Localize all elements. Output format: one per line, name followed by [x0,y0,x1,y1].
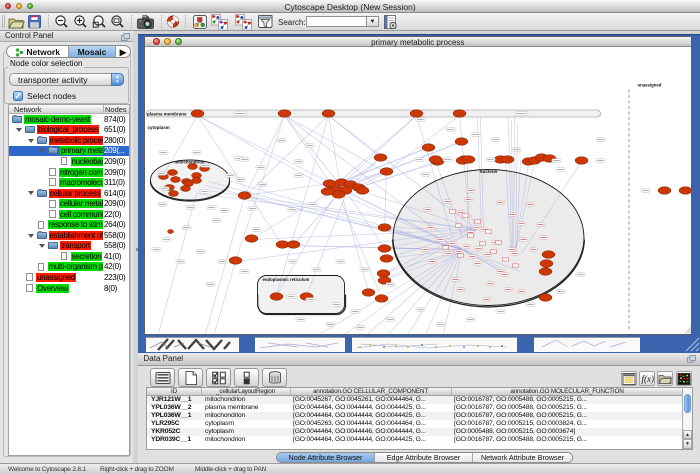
svg-text:cytoplasm: cytoplasm [147,125,169,130]
svg-text:plasma membrane: plasma membrane [147,112,187,117]
svg-text:f(x): f(x) [642,374,654,384]
svg-text:unassigned: unassigned [637,83,661,88]
svg-text:nucleus: nucleus [479,169,497,174]
svg-text:endoplasmic reticulum: endoplasmic reticulum [262,277,309,282]
